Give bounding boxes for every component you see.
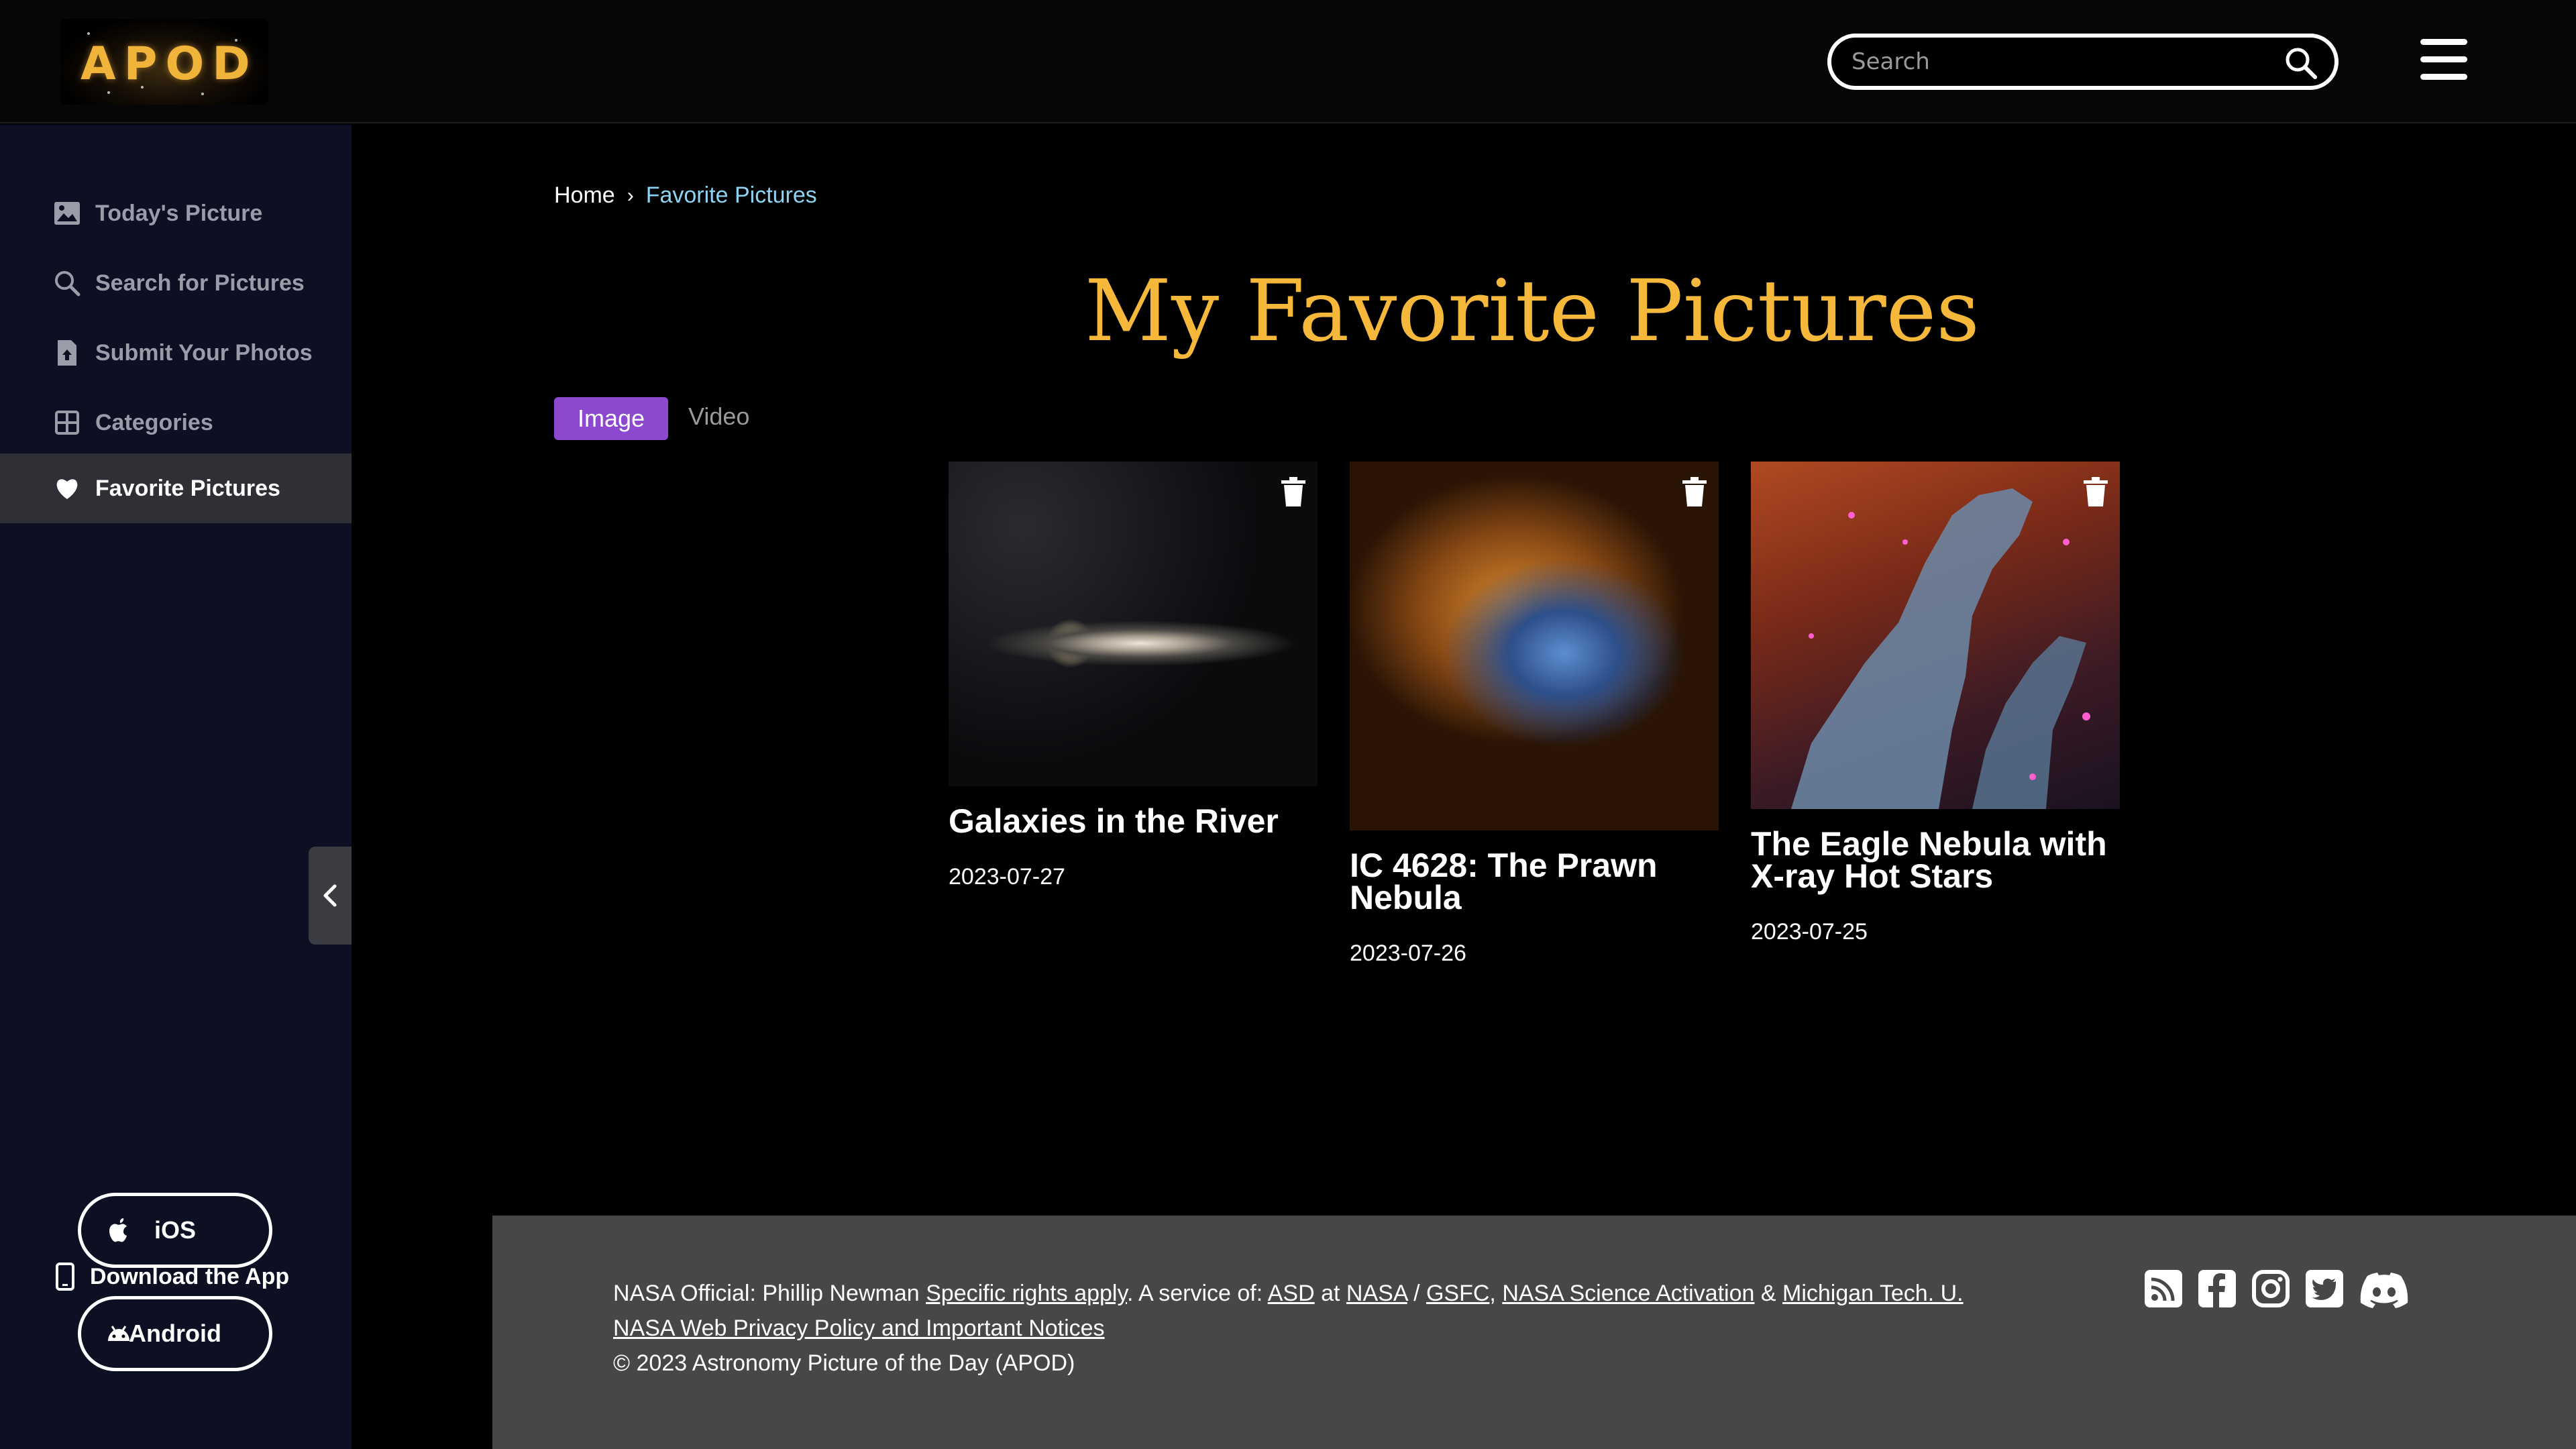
logo-text: APOD xyxy=(80,38,258,91)
card-date: 2023-07-26 xyxy=(1350,941,1466,966)
grid-icon xyxy=(52,408,82,437)
science-activation-link[interactable]: NASA Science Activation xyxy=(1502,1281,1754,1306)
footer-slash: / xyxy=(1407,1281,1426,1306)
trash-icon[interactable] xyxy=(1280,476,1307,507)
pillars-shape xyxy=(1791,488,2090,809)
favorite-card[interactable]: The Eagle Nebula with X-ray Hot Stars 20… xyxy=(1751,462,2120,945)
twitter-icon[interactable] xyxy=(2305,1269,2344,1308)
breadcrumb-home-link[interactable]: Home xyxy=(554,182,615,209)
hamburger-menu-icon[interactable] xyxy=(2420,39,2467,80)
footer: NASA Official: Phillip Newman Specific r… xyxy=(492,1216,2576,1449)
footer-service-text: . A service of: xyxy=(1126,1281,1268,1306)
rights-link[interactable]: Specific rights apply xyxy=(926,1281,1127,1306)
gsfc-link[interactable]: GSFC xyxy=(1426,1281,1489,1306)
card-title[interactable]: IC 4628: The Prawn Nebula xyxy=(1350,849,1719,914)
top-bar: APOD xyxy=(0,0,2576,123)
instagram-icon[interactable] xyxy=(2251,1269,2290,1308)
eagle-nebula-thumbnail[interactable] xyxy=(1751,462,2120,809)
footer-at: at xyxy=(1314,1281,1346,1306)
trash-icon[interactable] xyxy=(1681,476,1708,507)
ios-label: iOS xyxy=(154,1216,196,1244)
card-date: 2023-07-25 xyxy=(1751,919,1868,945)
sidebar-item-label: Today's Picture xyxy=(95,200,263,226)
tab-video[interactable]: Video xyxy=(688,402,749,431)
favorite-card[interactable]: IC 4628: The Prawn Nebula 2023-07-26 xyxy=(1350,462,1719,967)
android-icon xyxy=(108,1326,129,1341)
michigan-tech-link[interactable]: Michigan Tech. U. xyxy=(1782,1281,1964,1306)
phone-icon xyxy=(56,1263,74,1291)
facebook-icon[interactable] xyxy=(2198,1269,2237,1308)
nasa-link[interactable]: NASA xyxy=(1346,1281,1407,1306)
collapse-sidebar-button[interactable] xyxy=(309,847,352,945)
sidebar-item-label: Categories xyxy=(95,409,213,435)
search-input[interactable] xyxy=(1851,44,2267,79)
search-icon[interactable] xyxy=(2284,46,2318,80)
android-label: Android xyxy=(129,1320,221,1347)
search-box[interactable] xyxy=(1827,34,2339,90)
footer-comma: , xyxy=(1489,1281,1503,1306)
card-date: 2023-07-27 xyxy=(949,864,1065,890)
footer-text: NASA Official: Phillip Newman Specific r… xyxy=(613,1276,2116,1381)
privacy-policy-link[interactable]: NASA Web Privacy Policy and Important No… xyxy=(613,1316,1105,1341)
card-title[interactable]: The Eagle Nebula with X-ray Hot Stars xyxy=(1751,827,2120,893)
breadcrumb-separator-icon: › xyxy=(627,184,634,207)
tab-image[interactable]: Image xyxy=(554,397,668,440)
copyright: © 2023 Astronomy Picture of the Day (APO… xyxy=(613,1350,1075,1376)
trash-icon[interactable] xyxy=(2082,476,2109,507)
footer-amp: & xyxy=(1754,1281,1782,1306)
nebula-thumbnail[interactable] xyxy=(1350,462,1719,830)
android-download-button[interactable]: Android xyxy=(78,1296,272,1371)
page-title: My Favorite Pictures xyxy=(1085,262,1980,360)
heart-icon xyxy=(52,474,82,503)
asd-link[interactable]: ASD xyxy=(1268,1281,1315,1306)
sidebar-item-label: Favorite Pictures xyxy=(95,475,280,501)
sidebar-item-todays-picture[interactable]: Today's Picture xyxy=(0,178,352,248)
apple-icon xyxy=(109,1218,127,1242)
ios-download-button[interactable]: iOS xyxy=(78,1193,272,1268)
image-icon xyxy=(52,199,82,228)
galaxy-thumbnail[interactable] xyxy=(949,462,1318,786)
page: APOD Today's Picture Search for Pictures xyxy=(0,0,2576,1449)
rss-icon[interactable] xyxy=(2144,1269,2183,1308)
sidebar-item-categories[interactable]: Categories xyxy=(0,388,352,458)
apod-logo[interactable]: APOD xyxy=(60,19,268,105)
social-links xyxy=(2144,1269,2410,1308)
sidebar-item-favorite-pictures[interactable]: Favorite Pictures xyxy=(0,453,352,523)
breadcrumb: Home › Favorite Pictures xyxy=(554,182,817,209)
footer-official: NASA Official: Phillip Newman xyxy=(613,1281,926,1306)
favorite-card[interactable]: Galaxies in the River 2023-07-27 xyxy=(949,462,1318,890)
chevron-left-icon xyxy=(323,884,337,907)
discord-icon[interactable] xyxy=(2359,1269,2410,1308)
card-title[interactable]: Galaxies in the River xyxy=(949,804,1318,838)
breadcrumb-current: Favorite Pictures xyxy=(645,182,817,208)
